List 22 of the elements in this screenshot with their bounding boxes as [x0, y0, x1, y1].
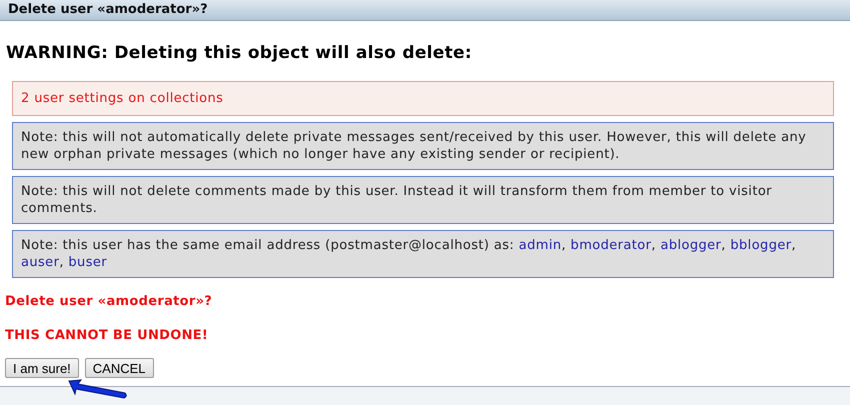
- user-link[interactable]: admin: [518, 238, 562, 253]
- user-link[interactable]: ablogger: [660, 238, 722, 253]
- error-message: 2 user settings on collections: [12, 80, 834, 116]
- window-title: Delete user «amoderator»?: [8, 1, 208, 20]
- confirm-warning: THIS CANNOT BE UNDONE!: [5, 326, 210, 344]
- user-link[interactable]: bmoderator: [570, 238, 652, 253]
- note-text: Note: this will not automatically delete private messages sent/received by this user. However, this will delete any new orphan private messages (which no longer have any existing sender or recipient).: [21, 130, 806, 162]
- confirm-button[interactable]: I am sure!: [5, 358, 79, 378]
- note-text: ,: [792, 238, 796, 253]
- confirm-question: Delete user «amoderator»?: [5, 293, 214, 311]
- user-link[interactable]: buser: [68, 255, 108, 270]
- note-text: ,: [59, 255, 65, 270]
- note-text: Note: this user has the same email address (postmaster@localhost) as:: [21, 238, 516, 253]
- note-text: ,: [561, 238, 568, 253]
- note-text: ,: [721, 238, 727, 253]
- note-text: Note: this will not delete comments made by this user. Instead it will transform them from member to visitor comments.: [21, 184, 772, 216]
- warning-heading: WARNING: Deleting this object will also delete:: [6, 42, 473, 65]
- user-link[interactable]: auser: [21, 255, 60, 270]
- user-link[interactable]: bblogger: [730, 238, 792, 253]
- pointer-arrow-icon: [67, 378, 129, 400]
- note-text: ,: [651, 238, 657, 253]
- cancel-button[interactable]: CANCEL: [84, 358, 154, 378]
